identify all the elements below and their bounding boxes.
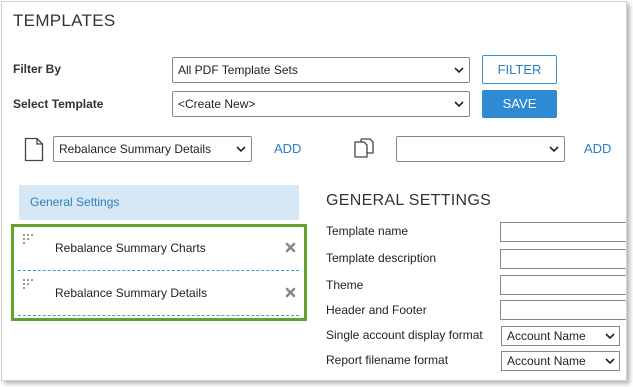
chevron-down-icon	[605, 358, 615, 365]
page-type-select[interactable]: Rebalance Summary Details	[53, 136, 252, 162]
drag-handle-icon[interactable]	[23, 279, 35, 289]
filter-button[interactable]: FILTER	[482, 55, 557, 84]
report-filename-format-value: Account Name	[507, 354, 586, 368]
add-copy-link[interactable]: ADD	[584, 141, 611, 156]
list-item[interactable]: Rebalance Summary Details	[18, 272, 299, 316]
list-item-label: Rebalance Summary Details	[55, 286, 208, 300]
chevron-down-icon	[549, 146, 559, 153]
template-name-label: Template name	[326, 224, 409, 238]
report-filename-format-select[interactable]: Account Name	[501, 351, 620, 371]
close-icon[interactable]	[285, 242, 296, 253]
sidebar-item-general-settings[interactable]: General Settings	[19, 185, 299, 220]
copy-select[interactable]	[396, 136, 565, 162]
list-item[interactable]: Rebalance Summary Charts	[18, 227, 299, 271]
page-title: TEMPLATES	[13, 11, 116, 30]
select-template-label: Select Template	[13, 97, 104, 111]
chevron-down-icon	[605, 333, 615, 340]
drag-handle-icon[interactable]	[23, 234, 35, 244]
template-description-input[interactable]	[500, 249, 626, 269]
single-account-display-format-label: Single account display format	[326, 328, 483, 342]
copy-icon	[354, 138, 374, 158]
general-settings-title: GENERAL SETTINGS	[326, 192, 492, 209]
report-filename-format-label: Report filename format	[326, 353, 449, 367]
filter-by-label: Filter By	[13, 62, 62, 76]
chevron-down-icon	[236, 146, 246, 153]
add-page-link[interactable]: ADD	[274, 141, 301, 156]
template-description-label: Template description	[326, 251, 437, 265]
filter-select-value: All PDF Template Sets	[178, 63, 298, 77]
theme-input[interactable]	[500, 275, 626, 295]
template-select-value: <Create New>	[178, 97, 256, 111]
close-icon[interactable]	[285, 287, 296, 298]
header-footer-label: Header and Footer	[326, 303, 427, 317]
single-account-display-format-value: Account Name	[507, 329, 586, 343]
chevron-down-icon	[454, 67, 464, 74]
single-account-display-format-select[interactable]: Account Name	[501, 326, 620, 346]
save-button[interactable]: SAVE	[482, 90, 557, 118]
template-name-input[interactable]	[500, 222, 626, 242]
page-icon	[24, 137, 44, 162]
theme-label: Theme	[326, 278, 364, 292]
filter-select[interactable]: All PDF Template Sets	[172, 57, 470, 83]
highlighted-page-list: Rebalance Summary Charts Rebalance Summa…	[11, 224, 307, 321]
list-item-label: Rebalance Summary Charts	[55, 241, 206, 255]
templates-panel: TEMPLATES Filter By All PDF Template Set…	[1, 1, 627, 381]
template-select[interactable]: <Create New>	[172, 91, 470, 117]
header-footer-input[interactable]	[500, 300, 626, 320]
page-type-select-value: Rebalance Summary Details	[59, 142, 212, 156]
chevron-down-icon	[454, 101, 464, 108]
